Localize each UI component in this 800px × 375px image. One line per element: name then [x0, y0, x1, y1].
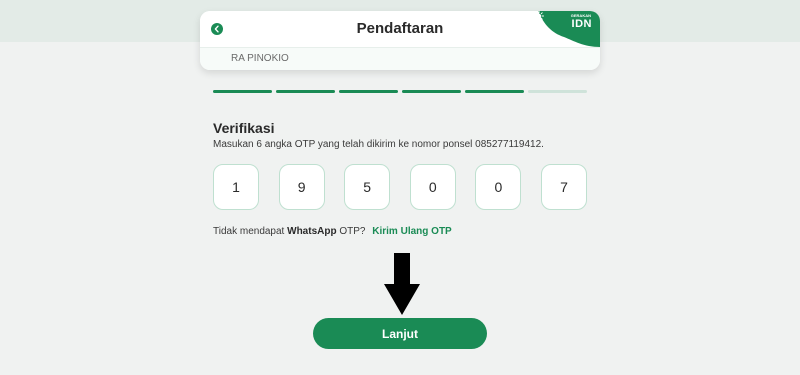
otp-digit-input[interactable]: 0 — [475, 164, 522, 210]
otp-digit-input[interactable]: 9 — [278, 164, 325, 210]
resend-prefix: Tidak mendapat — [213, 226, 285, 237]
header-top: Pendaftaran GERAKAN IDN — [200, 11, 600, 47]
resend-suffix: OTP? — [339, 226, 366, 237]
progress-step-done — [465, 90, 524, 93]
otp-digit-input[interactable]: 7 — [541, 164, 587, 210]
progress-step-done — [402, 90, 461, 93]
progress-step-done — [276, 90, 335, 93]
progress-step-pending — [528, 90, 587, 93]
arrow-down-icon — [384, 253, 420, 315]
progress-step-done — [339, 90, 398, 93]
otp-digit-input[interactable]: 0 — [409, 164, 456, 210]
section-title: Verifikasi — [213, 120, 275, 136]
step-progress — [213, 90, 587, 93]
brand-name: IDN — [571, 18, 592, 30]
school-bar: RA PINOKIO — [200, 47, 600, 70]
progress-step-done — [213, 90, 272, 93]
section-description: Masukan 6 angka OTP yang telah dikirim k… — [213, 139, 544, 150]
resend-otp-link[interactable]: Kirim Ulang OTP — [372, 226, 451, 237]
back-button[interactable] — [211, 23, 223, 35]
otp-digit-input[interactable]: 5 — [344, 164, 391, 210]
otp-digit-input[interactable]: 1 — [213, 164, 259, 210]
sun-icon — [534, 11, 544, 21]
resend-channel: WhatsApp — [287, 226, 337, 237]
otp-input-row: 1 9 5 0 0 7 — [213, 164, 587, 210]
next-button[interactable]: Lanjut — [313, 318, 487, 349]
school-name: RA PINOKIO — [231, 53, 289, 64]
brand-logo: GERAKAN IDN — [534, 11, 600, 47]
header-card: Pendaftaran GERAKAN IDN RA PINOKIO — [200, 11, 600, 70]
chevron-left-icon — [214, 25, 219, 33]
resend-line: Tidak mendapat WhatsApp OTP? Kirim Ulang… — [213, 226, 452, 237]
